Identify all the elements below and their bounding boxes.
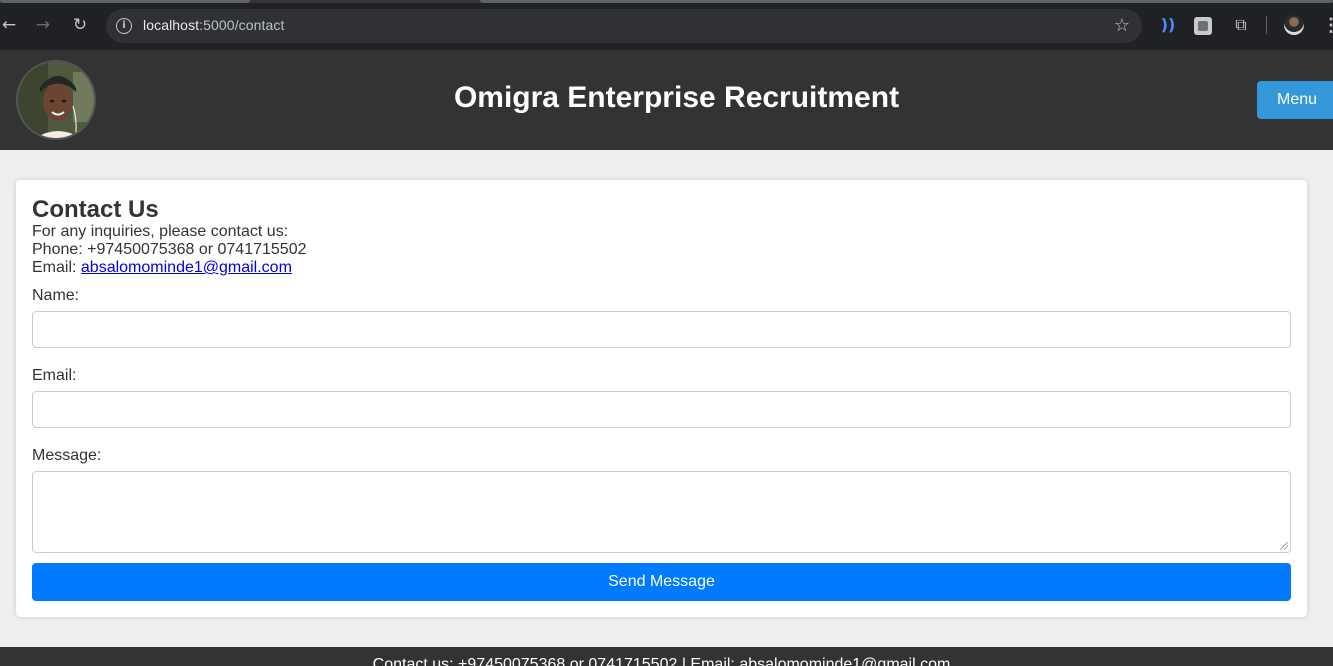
forward-arrow-icon[interactable]: → (32, 14, 54, 36)
reload-icon[interactable]: ↻ (69, 14, 91, 36)
page-title: Contact Us (32, 196, 159, 223)
name-label: Name: (32, 287, 80, 304)
site-info-icon[interactable]: i (116, 18, 132, 34)
url-path: :5000/contact (199, 17, 285, 33)
menu-button[interactable]: Menu (1257, 81, 1333, 119)
name-field[interactable] (32, 311, 1291, 348)
email-link[interactable]: absalomominde1@gmail.com (81, 259, 292, 276)
browser-tab[interactable] (0, 0, 250, 3)
message-textarea[interactable] (32, 471, 1291, 553)
send-message-button[interactable]: Send Message (32, 563, 1291, 601)
phone-number: +97450075368 or 0741715502 (87, 241, 307, 258)
resize-handle-icon[interactable] (1280, 542, 1288, 550)
bookmark-star-icon[interactable]: ☆ (1114, 15, 1130, 36)
contact-email-line: Email: absalomominde1@gmail.com (32, 259, 292, 277)
contact-card: Contact Us For any inquiries, please con… (16, 180, 1307, 617)
footer-contact-text: Contact us: +97450075368 or 0741715502 |… (372, 656, 951, 666)
url-text[interactable]: localhost:5000/contact (143, 17, 285, 33)
browser-toolbar: ← → ↻ i localhost:5000/contact ☆ )) ⧉ ⋮ (0, 0, 1333, 50)
url-host: localhost (143, 17, 200, 33)
browser-menu-icon[interactable]: ⋮ (1322, 14, 1333, 36)
phone-prefix: Phone: (32, 241, 88, 258)
extensions-puzzle-icon[interactable]: ⧉ (1230, 14, 1252, 36)
site-title: Omigra Enterprise Recruitment (453, 81, 900, 114)
contact-intro: For any inquiries, please contact us: (32, 223, 289, 240)
email-field[interactable] (32, 391, 1291, 428)
address-bar[interactable]: i localhost:5000/contact ☆ (106, 9, 1142, 43)
browser-tab[interactable] (480, 0, 1333, 3)
email-label: Email: (32, 367, 77, 384)
cast-extension-icon[interactable]: )) (1157, 14, 1179, 36)
email-prefix: Email: (32, 259, 81, 276)
site-header: Omigra Enterprise Recruitment Menu (0, 50, 1333, 150)
site-footer: Contact us: +97450075368 or 0741715502 |… (0, 647, 1333, 666)
back-arrow-icon[interactable]: ← (0, 14, 20, 36)
profile-avatar[interactable] (1284, 15, 1304, 35)
toolbar-divider (1266, 16, 1267, 34)
message-label: Message: (32, 447, 102, 464)
extension-icon[interactable] (1194, 17, 1212, 35)
contact-phone-line: Phone: +97450075368 or 0741715502 (32, 241, 306, 259)
